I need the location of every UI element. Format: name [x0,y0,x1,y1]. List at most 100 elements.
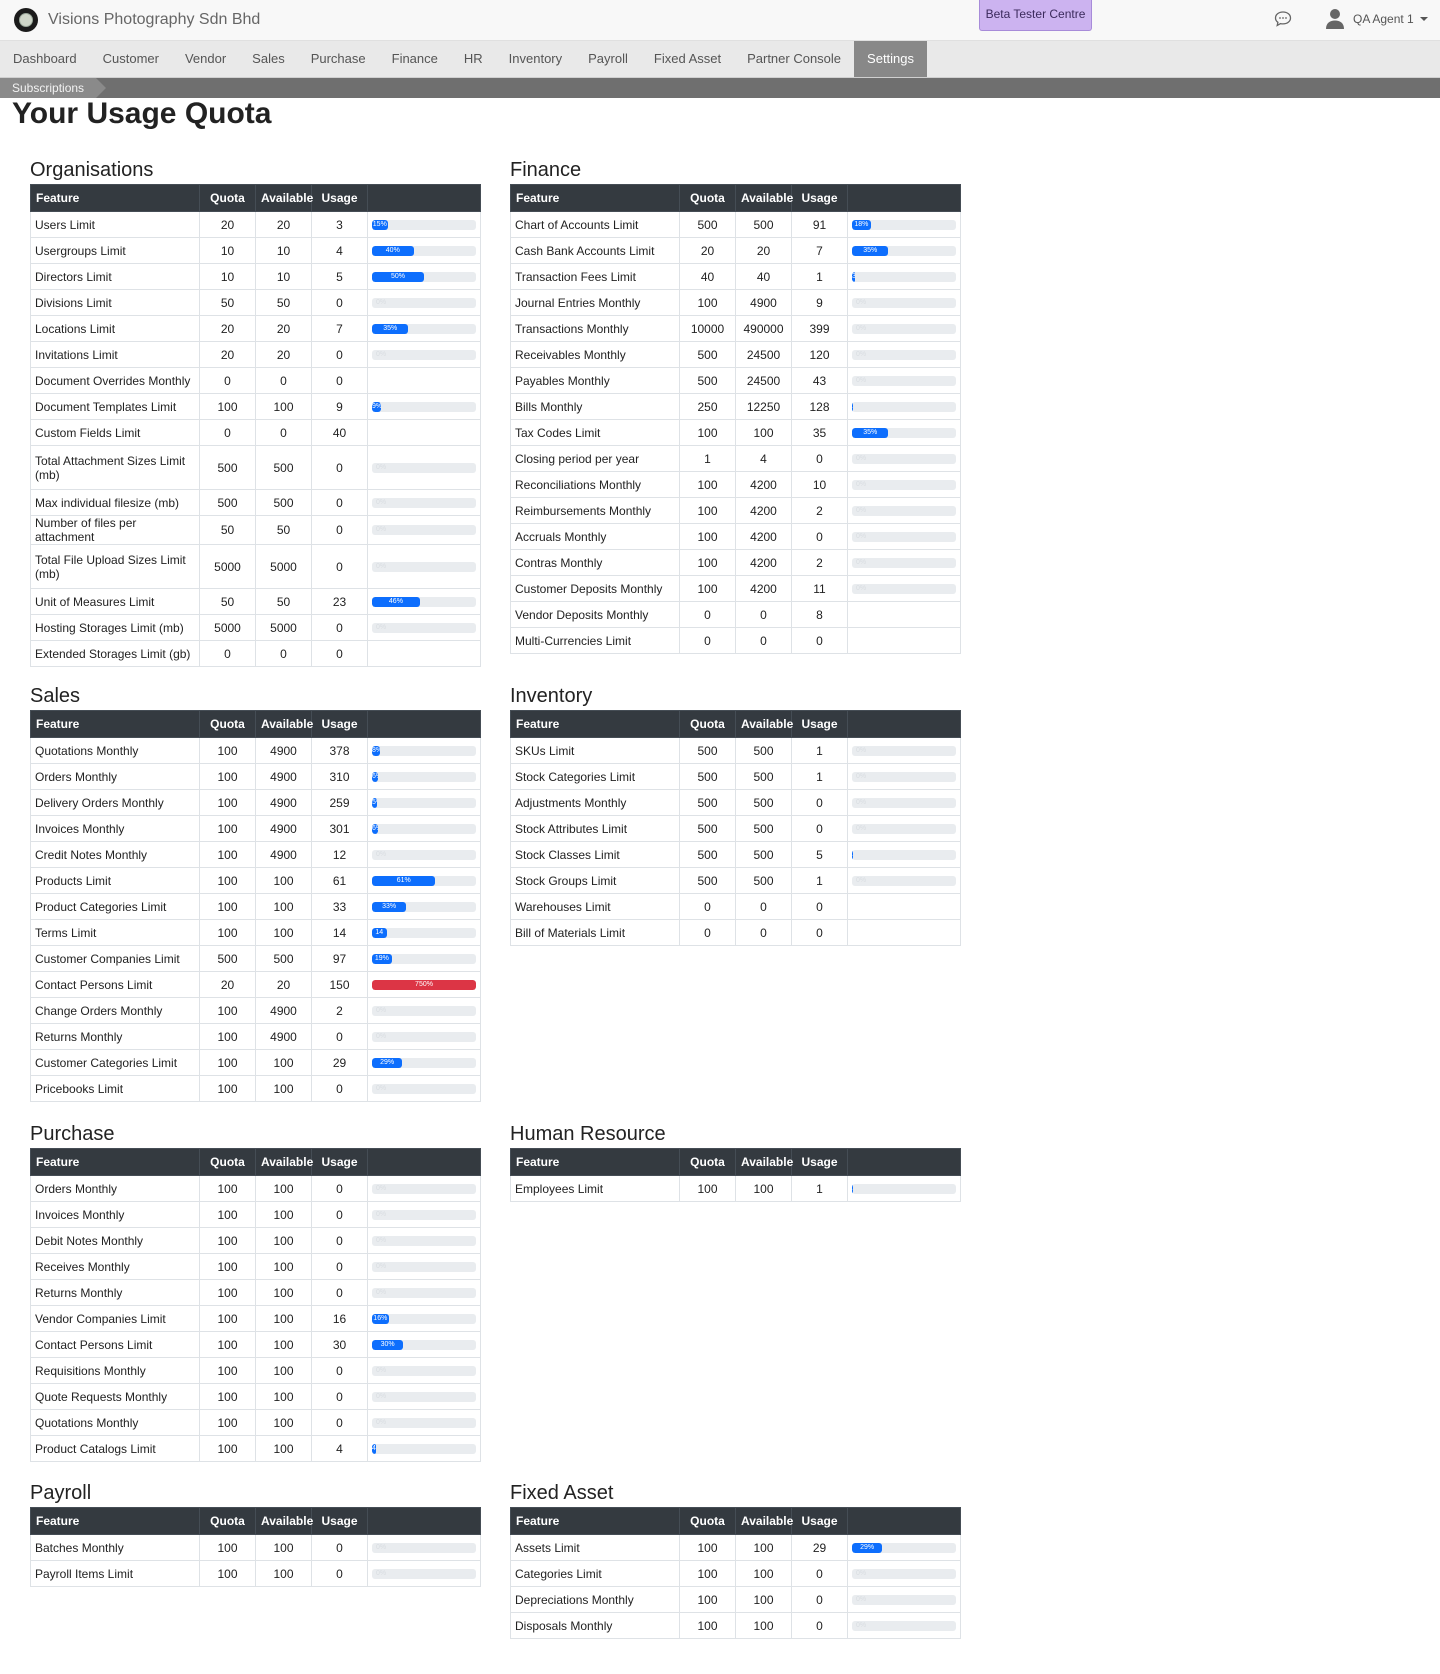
table-header-row: Feature Quota Available Usage [30,1507,481,1535]
progress-cell: 0% [367,1075,481,1102]
available-cell: 100 [255,1357,312,1384]
nav-hr[interactable]: HR [451,41,496,77]
usage-progress-fill: 35% [372,323,409,334]
quota-table: Feature Quota Available Usage Assets Limit 10… [510,1507,961,1639]
subnav-subscriptions[interactable]: Subscriptions [0,78,107,98]
feature-cell: Vendor Companies Limit [30,1305,200,1332]
usage-progress-label: 0% [856,350,867,358]
quota-table: Feature Quota Available Usage Orders Monthly… [30,1148,481,1462]
quota-cell: 100 [199,1201,256,1228]
usage-cell: 0 [311,1560,368,1587]
quota-cell: 100 [679,1534,736,1561]
available-cell: 100 [735,1560,792,1587]
usage-cell: 1 [791,763,848,790]
usage-progress-bar: 0% [372,1365,476,1376]
quota-cell: 100 [199,1175,256,1202]
feature-cell: Depreciations Monthly [510,1586,680,1613]
feature-cell: Returns Monthly [30,1023,200,1050]
usage-cell: 7 [791,237,848,264]
available-cell: 12250 [735,393,792,420]
feature-cell: Stock Classes Limit [510,841,680,868]
usage-progress-bar: 30% [372,1339,476,1350]
section-finance: Finance Feature Quota Available Usage Chart o… [510,156,961,654]
feature-cell: Document Overrides Monthly [30,367,200,394]
feature-cell: Receives Monthly [30,1253,200,1280]
usage-progress-bar: 0% [852,557,956,568]
usage-progress-bar: 0% [852,1620,956,1631]
feature-cell: Contact Persons Limit [30,971,200,998]
usage-progress-bar: 0% [852,479,956,490]
progress-cell: 35% [367,315,481,342]
quota-cell: 100 [199,1049,256,1076]
beta-tester-centre-button[interactable]: Beta Tester Centre [979,0,1092,31]
usage-progress-label: 0% [856,506,867,514]
table-row: Contras Monthly 100 4200 2 0% [510,549,961,576]
nav-customer[interactable]: Customer [90,41,172,77]
table-row: Receives Monthly 100 100 0 0% [30,1253,481,1280]
nav-sales[interactable]: Sales [239,41,298,77]
usage-progress-bar: 0% [852,297,956,308]
usage-cell: 9 [311,393,368,420]
available-cell: 500 [255,489,312,516]
usage-progress-bar: 50% [372,271,476,282]
usage-progress-fill: 16% [372,1313,389,1324]
quota-cell: 500 [679,341,736,368]
col-feature: Feature [510,1507,680,1535]
available-cell: 100 [255,1560,312,1587]
usage-progress-label: 0% [376,1006,387,1014]
nav-settings[interactable]: Settings [854,41,928,77]
quota-cell: 0 [199,419,256,446]
col-usage: Usage [791,1148,848,1176]
table-row: Customer Companies Limit 500 500 97 19% [30,945,481,972]
quota-cell: 100 [199,763,256,790]
available-cell: 4900 [255,763,312,790]
usage-progress-fill: 40% [372,245,414,256]
feature-cell: Multi-Currencies Limit [510,627,680,654]
progress-cell: 40% [367,237,481,264]
nav-fixed-asset[interactable]: Fixed Asset [641,41,734,77]
table-row: Invitations Limit 20 20 0 0% [30,341,481,368]
usage-cell: 10 [791,471,848,498]
progress-cell: 0% [367,1227,481,1254]
progress-cell: 1% [847,393,961,420]
table-row: Document Templates Limit 100 100 9 9% [30,393,481,420]
feature-cell: Debit Notes Monthly [30,1227,200,1254]
usage-cell: 91 [791,211,848,238]
table-row: Batches Monthly 100 100 0 0% [30,1534,481,1561]
nav-inventory[interactable]: Inventory [496,41,575,77]
nav-partner-console[interactable]: Partner Console [734,41,854,77]
available-cell: 4200 [735,575,792,602]
usage-progress-fill: 61% [372,875,436,886]
table-row: Tax Codes Limit 100 100 35 35% [510,419,961,446]
feature-cell: Unit of Measures Limit [30,588,200,615]
nav-payroll[interactable]: Payroll [575,41,641,77]
nav-dashboard[interactable]: Dashboard [0,41,90,77]
usage-cell: 0 [311,445,368,490]
nav-purchase[interactable]: Purchase [298,41,379,77]
progress-cell: 0% [847,315,961,342]
nav-finance[interactable]: Finance [379,41,451,77]
progress-cell: 15% [367,211,481,238]
usage-progress-label: 0% [376,1543,387,1551]
chat-icon[interactable] [1274,10,1292,28]
usage-progress-bar: 1% [852,849,956,860]
progress-cell: 0% [367,1534,481,1561]
section-payroll: Payroll Feature Quota Available Usage Batches… [30,1479,481,1587]
section-purchase: Purchase Feature Quota Available Usage Orders… [30,1120,481,1462]
quota-cell: 10000 [679,315,736,342]
quota-cell: 10 [199,263,256,290]
usage-progress-fill: 14 [372,927,387,938]
table-header-row: Feature Quota Available Usage [30,1148,481,1176]
usage-cell: 12 [311,841,368,868]
available-cell: 100 [255,1383,312,1410]
usage-progress-bar: 0% [852,505,956,516]
col-progress [847,1507,961,1535]
quota-cell: 100 [679,1175,736,1202]
available-cell: 490000 [735,315,792,342]
brand[interactable]: Visions Photography Sdn Bhd [14,8,260,32]
nav-vendor[interactable]: Vendor [172,41,239,77]
user-menu[interactable]: QA Agent 1 [1325,8,1428,30]
usage-cell: 29 [791,1534,848,1561]
section-organisations: Organisations Feature Quota Available Usage U… [30,156,481,667]
progress-cell: 4% [367,1435,481,1462]
